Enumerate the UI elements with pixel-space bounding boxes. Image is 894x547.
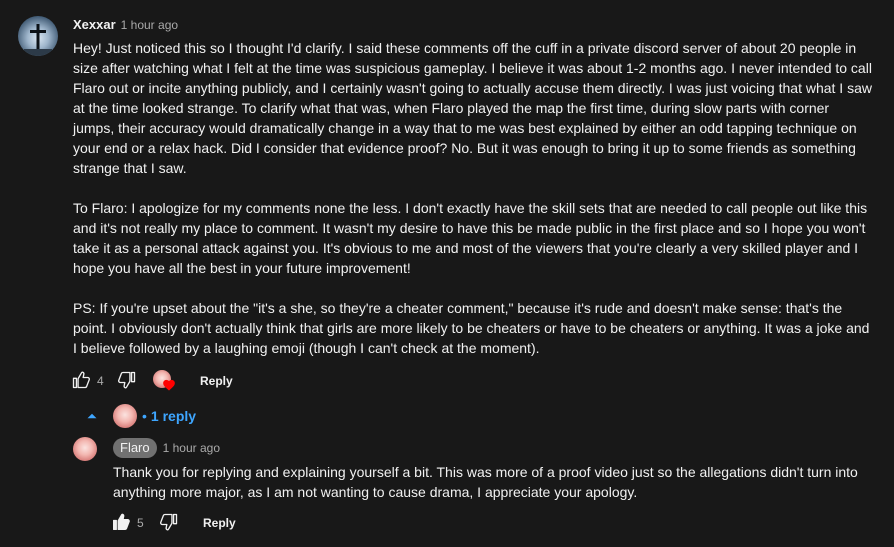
- replies-separator: •: [142, 408, 147, 424]
- comment-author[interactable]: Xexxar: [73, 17, 116, 32]
- comment-paragraph-2: To Flaro: I apologize for my comments no…: [73, 200, 868, 276]
- replier-mini-avatar: [113, 404, 137, 428]
- thumbs-up-icon: [113, 513, 130, 530]
- reply-button[interactable]: Reply: [200, 374, 233, 388]
- chevron-up-icon: [87, 413, 97, 419]
- dislike-button[interactable]: [117, 370, 137, 390]
- comment-timestamp[interactable]: 1 hour ago: [121, 18, 178, 32]
- reply-dislike-button[interactable]: [159, 512, 179, 532]
- creator-heart-icon: [163, 379, 175, 391]
- thumbs-down-icon: [118, 371, 136, 389]
- reply-body: Thank you for replying and explaining yo…: [113, 464, 858, 500]
- reply-reply-button[interactable]: Reply: [203, 516, 236, 530]
- creator-heart-badge[interactable]: [153, 370, 177, 394]
- cross-avatar-image: [24, 24, 52, 56]
- comment-header: Xexxar 1 hour ago: [73, 17, 178, 32]
- reply-like-count: 5: [137, 516, 144, 530]
- like-button[interactable]: [71, 370, 91, 390]
- commenter-avatar[interactable]: [18, 16, 58, 56]
- comment-paragraph-3: PS: If you're upset about the "it's a sh…: [73, 300, 870, 356]
- reply-author-avatar[interactable]: [73, 437, 97, 461]
- thumbs-up-icon: [72, 371, 91, 389]
- replies-count-label[interactable]: 1 reply: [151, 408, 196, 424]
- reply-like-button[interactable]: [111, 512, 131, 532]
- replies-toggle[interactable]: • 1 reply: [83, 404, 196, 428]
- reply-header: Flaro 1 hour ago: [113, 438, 220, 458]
- like-count: 4: [97, 374, 104, 388]
- thumbs-down-icon: [160, 513, 178, 531]
- comment-paragraph-1: Hey! Just noticed this so I thought I'd …: [73, 40, 872, 176]
- comment-body: Hey! Just noticed this so I thought I'd …: [73, 38, 873, 358]
- reply-timestamp[interactable]: 1 hour ago: [163, 441, 220, 455]
- reply-author-chip[interactable]: Flaro: [113, 438, 157, 458]
